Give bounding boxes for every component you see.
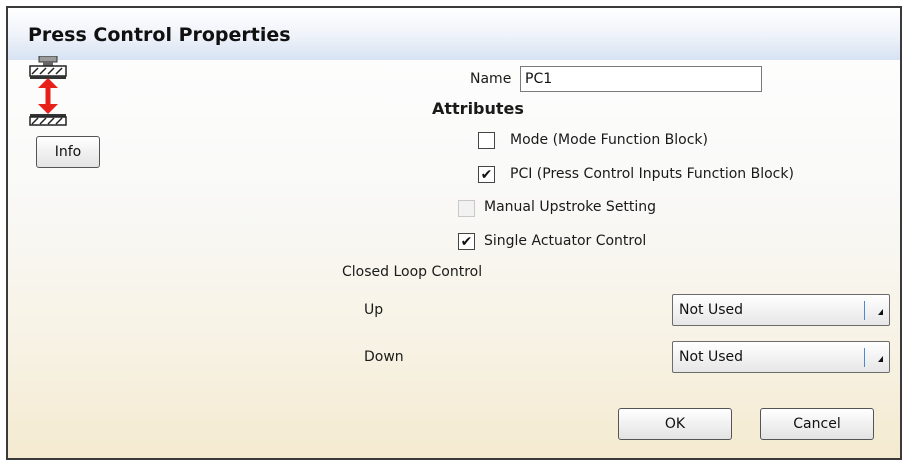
up-label: Up [364, 302, 384, 318]
down-select-value: Not Used [679, 349, 744, 365]
manual-upstroke-checkbox [458, 200, 475, 217]
pci-checkbox-label[interactable]: PCI (Press Control Inputs Function Block… [510, 166, 794, 182]
name-label: Name [470, 71, 512, 87]
single-actuator-label[interactable]: Single Actuator Control [484, 233, 646, 249]
down-select[interactable]: Not Used [672, 341, 890, 373]
dialog-title: Press Control Properties [28, 24, 291, 46]
select-divider [864, 301, 865, 320]
mode-checkbox[interactable] [478, 132, 495, 149]
info-button[interactable]: Info [36, 136, 100, 168]
mode-checkbox-label[interactable]: Mode (Mode Function Block) [510, 132, 708, 148]
attributes-heading: Attributes [432, 99, 524, 118]
select-divider [864, 348, 865, 367]
down-label: Down [364, 349, 404, 365]
checkmark-icon: ✔ [460, 233, 473, 250]
single-actuator-checkbox[interactable]: ✔ [458, 233, 475, 250]
checkmark-icon: ✔ [480, 166, 493, 183]
dropdown-arrow-icon[interactable] [878, 356, 883, 362]
manual-upstroke-label: Manual Upstroke Setting [484, 199, 657, 215]
name-field[interactable] [520, 66, 762, 92]
pci-checkbox[interactable]: ✔ [478, 166, 495, 183]
dropdown-arrow-icon[interactable] [878, 309, 883, 315]
press-control-properties-dialog: Press Control Properties Info Name Attri… [6, 6, 902, 460]
cancel-button[interactable]: Cancel [760, 408, 874, 440]
closed-loop-control-heading: Closed Loop Control [342, 264, 483, 280]
press-control-icon [29, 56, 67, 126]
up-select-value: Not Used [679, 302, 744, 318]
up-select[interactable]: Not Used [672, 294, 890, 326]
ok-button[interactable]: OK [618, 408, 732, 440]
title-bar: Press Control Properties [8, 8, 900, 60]
